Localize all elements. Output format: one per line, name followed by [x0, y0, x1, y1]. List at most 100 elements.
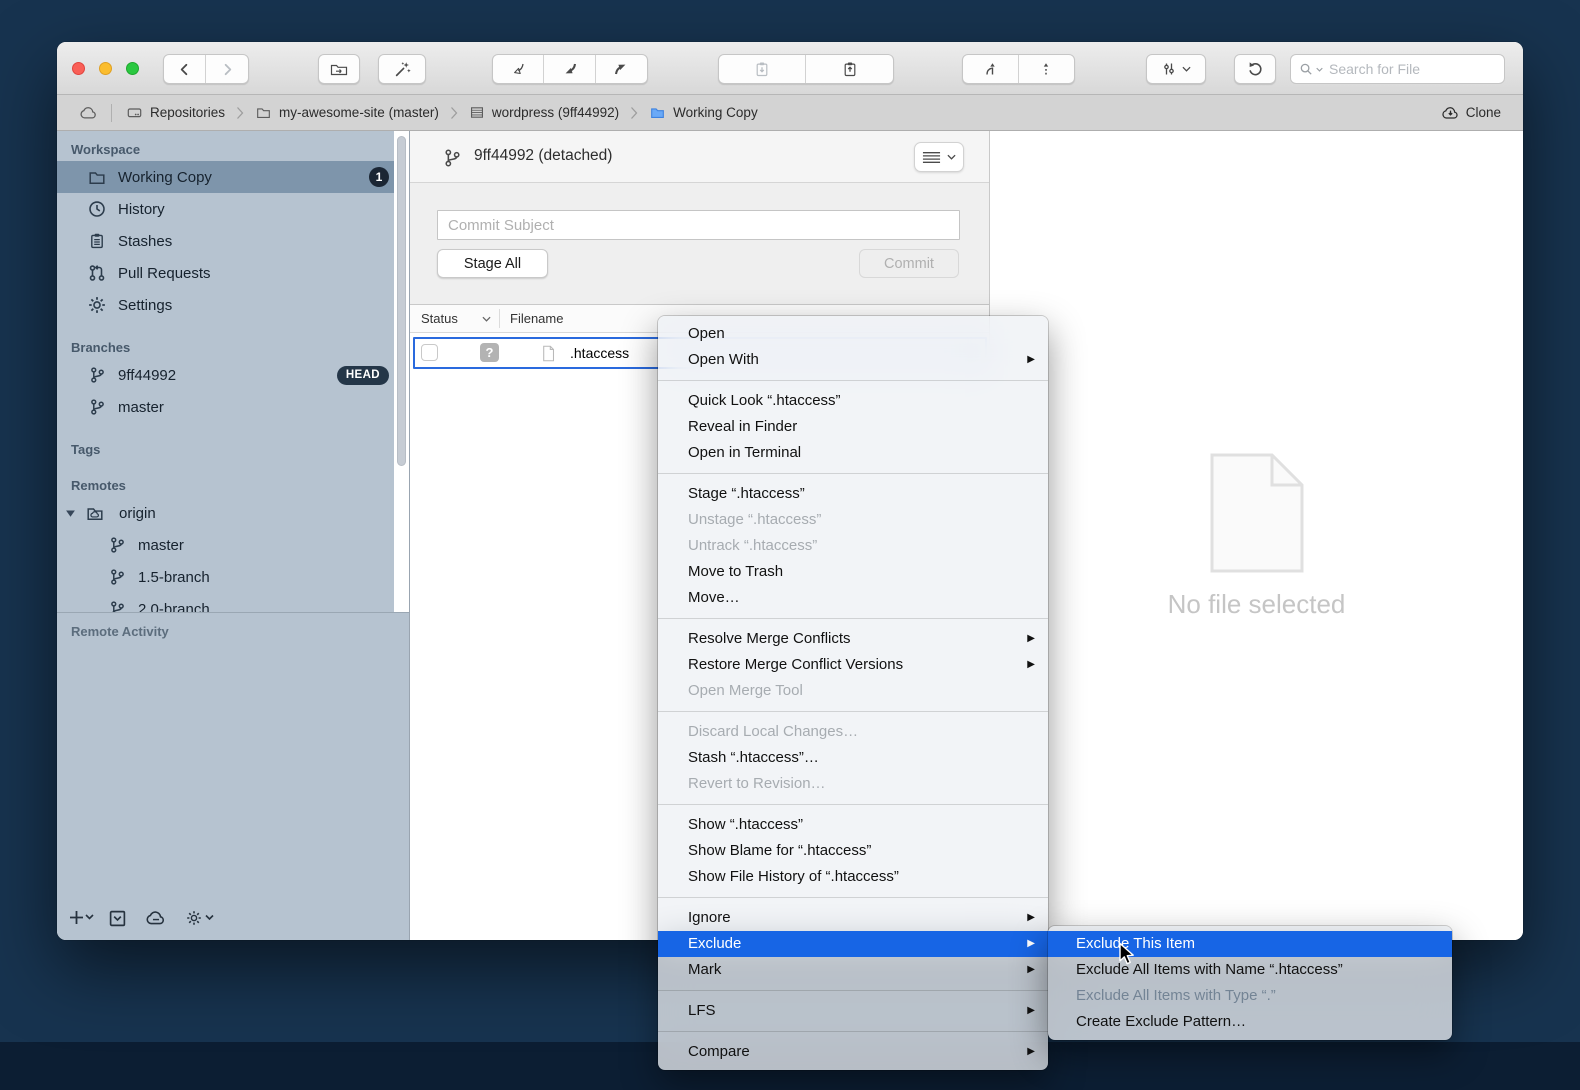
refresh-icon [1247, 61, 1264, 78]
menu-item-lfs[interactable]: LFS▶ [658, 998, 1048, 1024]
forward-button[interactable] [206, 55, 248, 83]
close-window-button[interactable] [72, 62, 85, 75]
empty-document-icon [1210, 453, 1304, 573]
remote-label: origin [119, 505, 156, 522]
stash-apply-button[interactable] [806, 55, 893, 83]
breadcrumb-repositories[interactable]: Repositories [126, 105, 225, 121]
add-button[interactable] [69, 909, 95, 926]
sidebar-branch-9ff44992[interactable]: 9ff44992 HEAD [57, 359, 409, 391]
column-header-filename[interactable]: Filename [510, 311, 563, 326]
branch-label: 9ff44992 [118, 367, 176, 384]
menu-item-show-blame[interactable]: Show Blame for “.htaccess” [658, 838, 1048, 864]
view-options-button[interactable] [914, 142, 964, 172]
menu-item-unstage: Unstage “.htaccess” [658, 507, 1048, 533]
chevron-down-icon[interactable] [482, 316, 491, 322]
menu-item-move-to-trash[interactable]: Move to Trash [658, 559, 1048, 585]
menu-item-stage[interactable]: Stage “.htaccess” [658, 481, 1048, 507]
merge-button[interactable] [963, 55, 1019, 83]
branch-label: 2.0-branch [138, 601, 210, 614]
scrollbar-thumb[interactable] [397, 136, 406, 466]
submenu-arrow-icon: ▶ [1027, 998, 1035, 1024]
menu-item-resolve-merge-conflicts[interactable]: Resolve Merge Conflicts▶ [658, 626, 1048, 652]
menu-item-stash[interactable]: Stash “.htaccess”… [658, 745, 1048, 771]
sliders-icon [1161, 61, 1177, 77]
minimize-window-button[interactable] [99, 62, 112, 75]
gear-menu-button[interactable] [185, 909, 215, 927]
stash-save-button[interactable] [719, 55, 806, 83]
current-ref-label: 9ff44992 (detached) [474, 147, 612, 165]
search-field[interactable] [1290, 54, 1505, 84]
remote-folder-icon [83, 505, 107, 522]
menu-item-show[interactable]: Show “.htaccess” [658, 812, 1048, 838]
search-icon [1299, 62, 1314, 77]
chevron-down-icon [947, 154, 956, 160]
cloud-service-button[interactable] [145, 909, 167, 926]
stage-all-button[interactable]: Stage All [437, 249, 548, 278]
column-header-status[interactable]: Status [421, 311, 458, 326]
push-button[interactable] [596, 55, 647, 83]
menu-separator [658, 1031, 1048, 1032]
push-arrow-icon [613, 61, 629, 77]
sidebar-remote-branch-1-5[interactable]: 1.5-branch [57, 561, 409, 593]
search-input[interactable] [1329, 61, 1479, 77]
sidebar-item-label: Working Copy [118, 169, 212, 186]
menu-separator [658, 897, 1048, 898]
breadcrumb-working-copy[interactable]: Working Copy [649, 105, 758, 120]
menu-item-ignore[interactable]: Ignore▶ [658, 905, 1048, 931]
back-button[interactable] [164, 55, 206, 83]
commit-subject-input[interactable] [437, 210, 960, 240]
preview-pane: No file selected [990, 131, 1523, 940]
menu-item-mark[interactable]: Mark▶ [658, 957, 1048, 983]
sidebar-branch-master[interactable]: master [57, 391, 409, 423]
branch-label: master [118, 399, 164, 416]
sidebar-item-history[interactable]: History [57, 193, 409, 225]
menu-item-quick-look[interactable]: Quick Look “.htaccess” [658, 388, 1048, 414]
clone-cloud-icon [1441, 105, 1460, 120]
menu-item-show-file-history[interactable]: Show File History of “.htaccess” [658, 864, 1048, 890]
submenu-item-create-exclude-pattern[interactable]: Create Exclude Pattern… [1048, 1009, 1452, 1035]
menu-item-restore-merge-conflict-versions[interactable]: Restore Merge Conflict Versions▶ [658, 652, 1048, 678]
sidebar-remote-branch-2-0[interactable]: 2.0-branch [57, 593, 409, 613]
clone-button[interactable]: Clone [1441, 105, 1501, 120]
chevron-right-icon [450, 106, 458, 120]
rebase-icon-button[interactable] [1019, 55, 1075, 83]
sidebar-item-stashes[interactable]: Stashes [57, 225, 409, 257]
section-label-remotes: Remotes [57, 475, 409, 497]
disclosure-triangle-icon[interactable] [65, 509, 76, 518]
menu-item-exclude[interactable]: Exclude▶ [658, 931, 1048, 957]
menu-item-compare[interactable]: Compare▶ [658, 1039, 1048, 1065]
zoom-window-button[interactable] [126, 62, 139, 75]
menu-item-open[interactable]: Open [658, 321, 1048, 347]
quick-actions-button[interactable] [378, 54, 426, 84]
breadcrumb-submodule[interactable]: wordpress (9ff44992) [469, 105, 619, 120]
menu-item-reveal-in-finder[interactable]: Reveal in Finder [658, 414, 1048, 440]
menu-item-open-in-terminal[interactable]: Open in Terminal [658, 440, 1048, 466]
submenu-item-exclude-this-item[interactable]: Exclude This Item [1048, 931, 1452, 957]
sidebar-item-pull-requests[interactable]: Pull Requests [57, 257, 409, 289]
sidebar-item-working-copy[interactable]: Working Copy 1 [57, 161, 409, 193]
menu-item-discard-local-changes: Discard Local Changes… [658, 719, 1048, 745]
sidebar-remote-branch-master[interactable]: master [57, 529, 409, 561]
cloud-icon[interactable] [79, 105, 99, 120]
pull-button[interactable] [544, 55, 595, 83]
breadcrumb: Repositories my-awesome-site (master) wo… [57, 95, 1523, 131]
menu-item-open-with[interactable]: Open With▶ [658, 347, 1048, 373]
menu-item-move[interactable]: Move… [658, 585, 1048, 611]
menu-item-revert-to-revision: Revert to Revision… [658, 771, 1048, 797]
show-in-finder-button[interactable] [318, 54, 360, 84]
sidebar-item-settings[interactable]: Settings [57, 289, 409, 321]
refresh-button[interactable] [1234, 54, 1276, 84]
section-label-branches: Branches [57, 337, 409, 359]
submenu-item-exclude-all-with-type: Exclude All Items with Type “.” [1048, 983, 1452, 1009]
sidebar-scrollbar[interactable] [394, 131, 409, 612]
submenu-item-exclude-all-with-name[interactable]: Exclude All Items with Name “.htaccess” [1048, 957, 1452, 983]
menu-separator [658, 711, 1048, 712]
stage-checkbox[interactable] [421, 344, 438, 361]
tray-icon-button[interactable] [108, 909, 127, 928]
sidebar-remote-origin[interactable]: origin [57, 497, 409, 529]
fetch-button[interactable] [493, 55, 544, 83]
breadcrumb-repo[interactable]: my-awesome-site (master) [255, 105, 439, 120]
menu-item-untrack: Untrack “.htaccess” [658, 533, 1048, 559]
breadcrumb-label: Repositories [150, 105, 225, 120]
git-flow-button[interactable] [1146, 54, 1206, 84]
